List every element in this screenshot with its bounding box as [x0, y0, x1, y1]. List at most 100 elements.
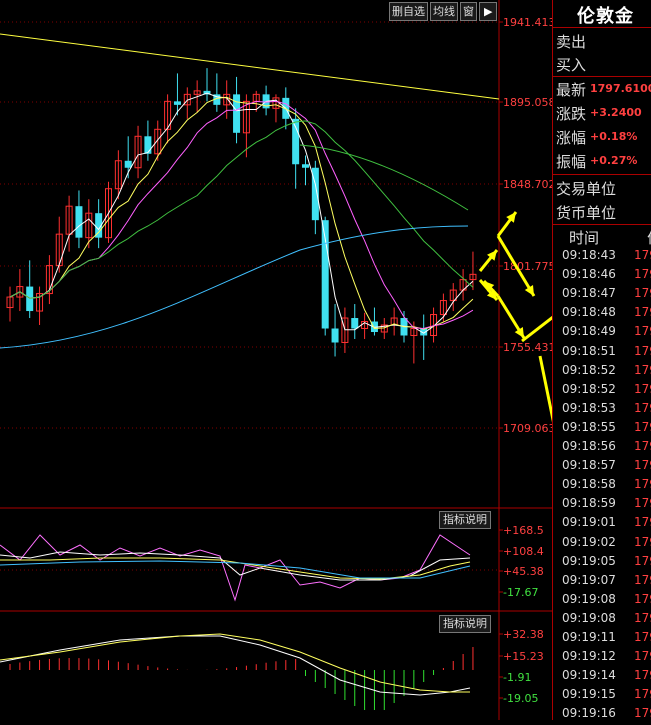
tick-time: 09:18:49 — [562, 324, 616, 339]
indicator-axis-label: +45.38 — [503, 565, 544, 578]
sell-label: 卖出 — [556, 33, 587, 51]
tick-row[interactable]: 09:18:55 179 — [553, 420, 651, 439]
tick-time: 09:19:08 — [562, 591, 616, 606]
kdj-k-line — [0, 551, 471, 581]
ma-green-line-tail — [299, 144, 469, 211]
indicator2-help-button[interactable]: 指标说明 — [439, 615, 491, 633]
divider — [553, 76, 651, 77]
chart-area[interactable]: 1941.413 1895.058 1848.702 1801.775 1755.431… — [0, 0, 552, 720]
candle-body — [26, 286, 34, 312]
tick-row[interactable]: 09:19:07 179 — [553, 573, 651, 592]
tick-row[interactable]: 09:19:02 179 — [553, 535, 651, 554]
tick-time: 09:18:59 — [562, 496, 616, 511]
tick-time: 09:19:02 — [562, 534, 616, 549]
price-axis-label: 1941.413 — [503, 16, 552, 29]
candle-body — [124, 160, 132, 168]
tick-price: 179 — [634, 343, 651, 358]
amp-label: 振幅 — [556, 153, 587, 171]
play-icon[interactable]: ▶ — [479, 2, 498, 21]
tick-price: 179 — [634, 687, 651, 702]
tick-price: 179 — [634, 534, 651, 549]
tick-row[interactable]: 09:18:52 179 — [553, 382, 651, 401]
amp-value: +0.27% — [590, 154, 638, 167]
tick-row[interactable]: 09:19:05 179 — [553, 554, 651, 573]
annotation-arrow — [538, 355, 552, 423]
time-header: 时间 — [569, 229, 600, 247]
tick-time: 09:19:07 — [562, 572, 616, 587]
last-value: 1797.6100 — [590, 82, 651, 95]
candle-body — [233, 94, 241, 133]
tick-row[interactable]: 09:19:16 179 — [553, 706, 651, 725]
tick-time: 09:18:58 — [562, 477, 616, 492]
tick-price: 179 — [634, 572, 651, 587]
tick-row[interactable]: 09:18:43 179 — [553, 248, 651, 267]
candle-body — [144, 136, 152, 154]
currency-unit-label: 货币单位 — [556, 204, 617, 222]
tick-price: 179 — [634, 496, 651, 511]
tick-row[interactable]: 09:19:12 179 — [553, 649, 651, 668]
tick-price: 179 — [634, 267, 651, 282]
price-axis-label: 1848.702 — [503, 178, 552, 191]
remove-watchlist-button[interactable]: 删自选 — [389, 2, 428, 21]
divider — [553, 174, 651, 175]
tick-row[interactable]: 09:19:11 179 — [553, 630, 651, 649]
instrument-title: 伦敦金 — [577, 6, 634, 27]
tick-time: 09:19:01 — [562, 515, 616, 530]
tick-time: 09:19:11 — [562, 630, 616, 644]
pct-label: 涨幅 — [556, 129, 587, 147]
indicator-axis-label: +15.23 — [503, 650, 544, 663]
window-button[interactable]: 窗 — [460, 2, 477, 21]
candle-body — [351, 318, 359, 329]
tick-row[interactable]: 09:18:47 179 — [553, 286, 651, 305]
tick-price: 179 — [634, 668, 651, 683]
tick-time: 09:18:47 — [562, 286, 616, 301]
quote-panel: 伦敦金 卖出 买入 最新 1797.6100 涨跌 +3.2400 涨幅 +0.… — [552, 0, 651, 720]
indicator1-help-button[interactable]: 指标说明 — [439, 511, 491, 529]
tick-row[interactable]: 09:19:15 179 — [553, 687, 651, 706]
tick-price: 179 — [634, 439, 651, 453]
divider — [553, 27, 651, 28]
tick-row[interactable]: 09:18:49 179 — [553, 324, 651, 343]
tick-row[interactable]: 09:18:52 179 — [553, 363, 651, 382]
tick-price: 179 — [634, 706, 651, 721]
indicator-axis-label: +168.5 — [503, 524, 544, 537]
ma-line-button[interactable]: 均线 — [430, 2, 458, 21]
tick-time: 09:18:51 — [562, 343, 616, 358]
chart-toolbar: 删自选 均线 窗 ▶ — [389, 2, 498, 21]
tick-price: 179 — [634, 630, 651, 644]
tick-row[interactable]: 09:18:56 179 — [553, 439, 651, 458]
tick-price: 179 — [634, 553, 651, 568]
trend-line — [0, 33, 500, 100]
tick-time: 09:19:15 — [562, 687, 616, 702]
price-axis-label: 1801.775 — [503, 260, 552, 273]
tick-price: 179 — [634, 649, 651, 664]
tick-row[interactable]: 09:18:53 179 — [553, 401, 651, 420]
candle-body — [75, 206, 83, 238]
tick-price: 179 — [634, 458, 651, 473]
tick-row[interactable]: 09:18:57 179 — [553, 458, 651, 477]
tick-time: 09:18:52 — [562, 362, 616, 377]
tick-row[interactable]: 09:19:08 179 — [553, 611, 651, 630]
pct-value: +0.18% — [590, 130, 638, 143]
tick-row[interactable]: 09:18:58 179 — [553, 477, 651, 496]
indicator-axis-label: -19.05 — [503, 692, 538, 705]
kline-chart[interactable]: 1941.413 1895.058 1848.702 1801.775 1755.431… — [0, 0, 552, 720]
candle-body — [292, 118, 300, 165]
tick-row[interactable]: 09:19:01 179 — [553, 515, 651, 534]
indicator-axis-label: -1.91 — [503, 671, 531, 684]
tick-time: 09:19:05 — [562, 553, 616, 568]
kdj-extra-line — [0, 560, 471, 579]
tick-row[interactable]: 09:19:08 179 — [553, 592, 651, 611]
tick-time: 09:19:14 — [562, 668, 616, 683]
tick-price: 179 — [634, 400, 651, 415]
tick-row[interactable]: 09:18:48 179 — [553, 305, 651, 324]
tick-row[interactable]: 09:18:46 179 — [553, 267, 651, 286]
tick-price: 179 — [634, 515, 651, 530]
tick-row[interactable]: 09:19:14 179 — [553, 668, 651, 687]
tick-row[interactable]: 09:18:51 179 — [553, 344, 651, 363]
tick-time: 09:18:55 — [562, 419, 616, 434]
price-axis-label: 1709.063 — [503, 422, 552, 435]
tick-time: 09:18:48 — [562, 305, 616, 320]
tick-time: 09:18:53 — [562, 400, 616, 415]
tick-row[interactable]: 09:18:59 179 — [553, 496, 651, 515]
